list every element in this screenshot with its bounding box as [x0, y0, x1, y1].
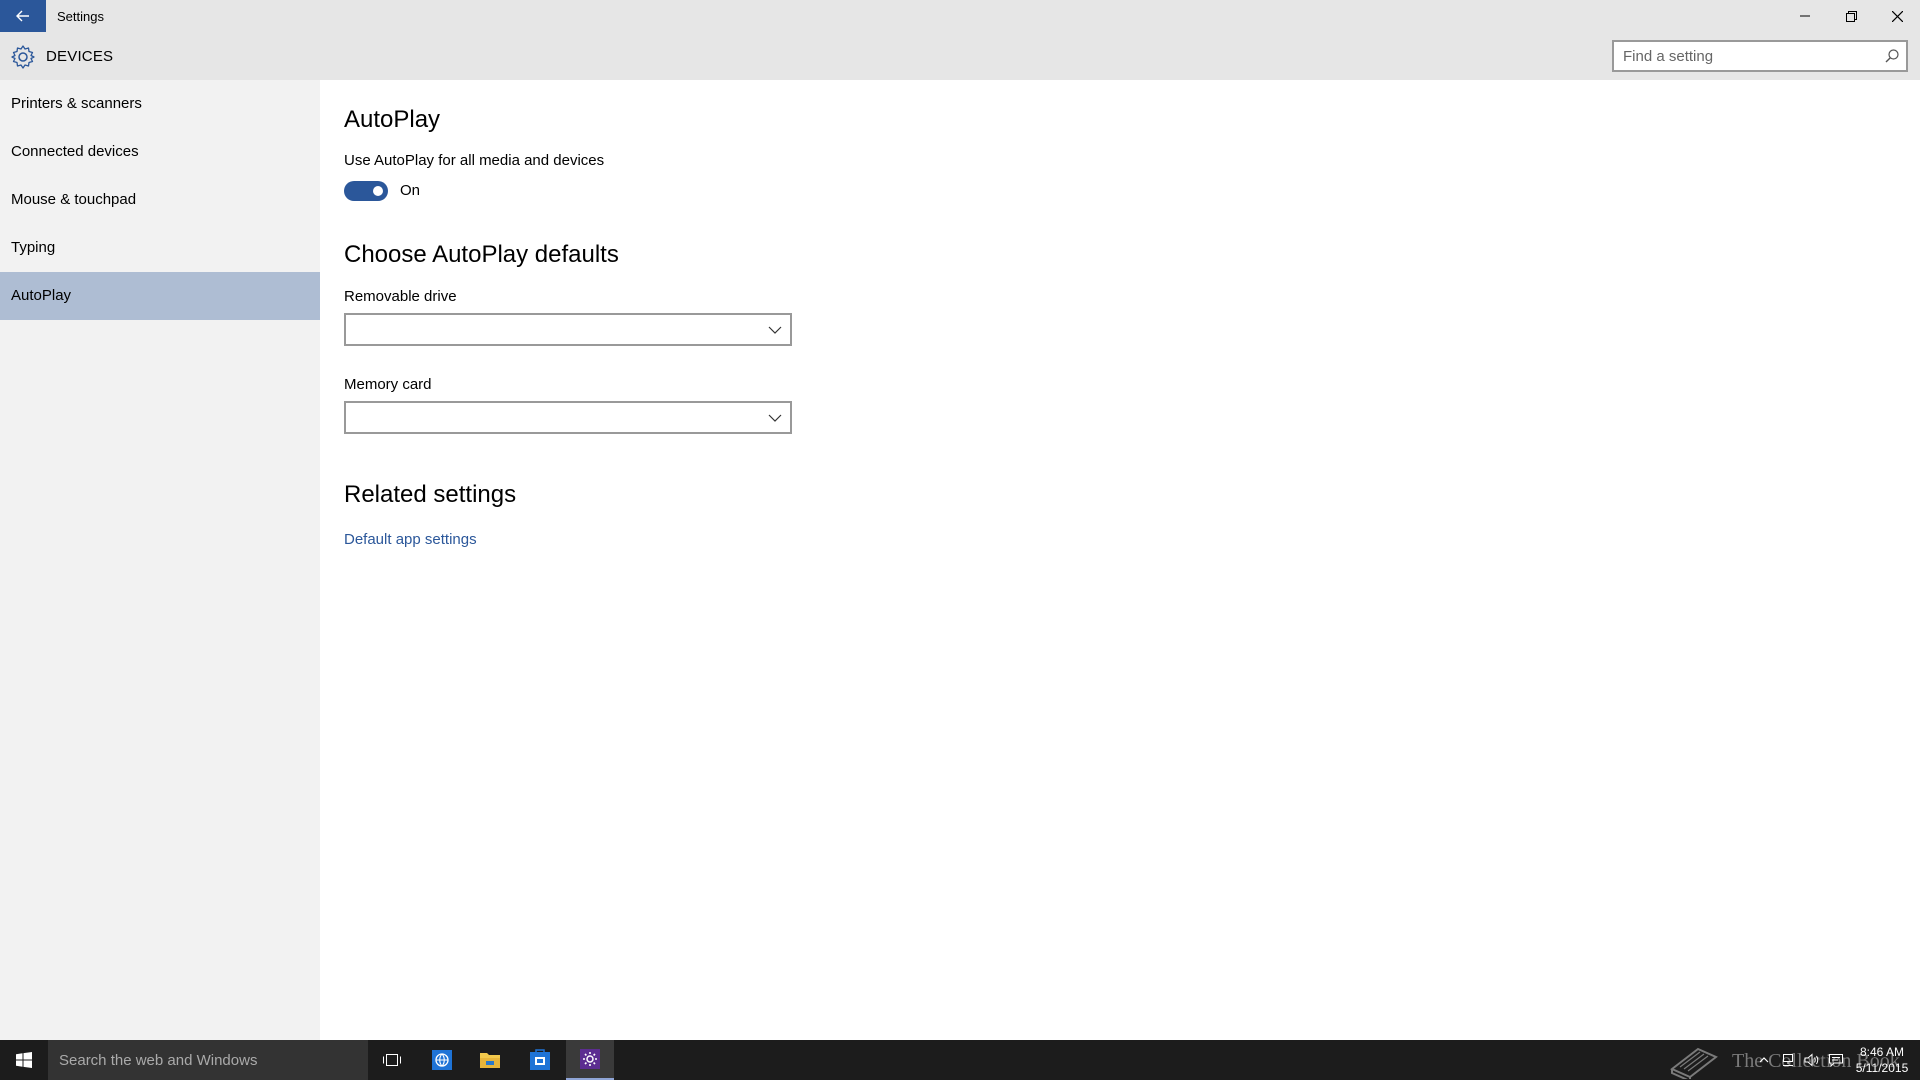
toggle-knob	[373, 186, 383, 196]
show-hidden-icons-button[interactable]	[1752, 1040, 1776, 1080]
defaults-heading: Choose AutoPlay defaults	[344, 241, 619, 268]
search-input[interactable]	[1614, 42, 1874, 70]
task-view-button[interactable]	[368, 1040, 416, 1080]
action-center-button[interactable]	[1824, 1040, 1848, 1080]
taskbar: Search the web and Windows The Collectio…	[0, 1040, 1920, 1080]
removable-drive-dropdown[interactable]	[344, 313, 792, 346]
restore-icon	[1845, 10, 1857, 22]
title-bar: Settings	[0, 0, 1920, 32]
window-title: Settings	[57, 9, 104, 24]
related-settings-heading: Related settings	[344, 481, 517, 508]
search-icon[interactable]	[1884, 48, 1900, 64]
settings-header: DEVICES	[0, 32, 1920, 80]
globe-icon	[432, 1050, 452, 1070]
autoplay-toggle-label: Use AutoPlay for all media and devices	[344, 152, 605, 169]
autoplay-heading: AutoPlay	[344, 106, 441, 133]
sidebar: Printers & scanners Connected devices Mo…	[0, 80, 320, 1040]
gear-icon	[11, 45, 35, 69]
toggle-state-text: On	[400, 182, 421, 199]
taskbar-search[interactable]: Search the web and Windows	[48, 1040, 368, 1080]
clock-time: 8:46 AM	[1859, 1045, 1905, 1059]
taskbar-settings-button[interactable]	[566, 1040, 614, 1080]
network-button[interactable]	[1776, 1040, 1800, 1080]
volume-icon	[1804, 1053, 1819, 1067]
back-arrow-icon	[16, 10, 29, 22]
message-icon	[1829, 1054, 1843, 1067]
task-view-icon	[383, 1054, 401, 1066]
book-icon	[1670, 1047, 1718, 1079]
network-icon	[1783, 1054, 1793, 1066]
system-tray	[1752, 1040, 1848, 1080]
sidebar-item-printers-scanners[interactable]: Printers & scanners	[0, 80, 320, 128]
autoplay-toggle[interactable]	[344, 181, 388, 201]
memory-card-dropdown[interactable]	[344, 401, 792, 434]
chevron-up-icon	[1759, 1057, 1769, 1063]
sidebar-item-typing[interactable]: Typing	[0, 224, 320, 272]
sidebar-item-mouse-touchpad[interactable]: Mouse & touchpad	[0, 176, 320, 224]
taskbar-browser-button[interactable]	[418, 1040, 466, 1080]
taskbar-search-placeholder: Search the web and Windows	[59, 1052, 258, 1069]
minimize-icon	[1800, 15, 1810, 17]
back-button[interactable]	[0, 0, 46, 32]
sidebar-item-autoplay[interactable]: AutoPlay	[0, 272, 320, 320]
volume-button[interactable]	[1800, 1040, 1824, 1080]
taskbar-file-explorer-button[interactable]	[466, 1040, 514, 1080]
start-button[interactable]	[0, 1040, 48, 1080]
restore-button[interactable]	[1828, 0, 1874, 32]
default-app-settings-link[interactable]: Default app settings	[344, 531, 477, 548]
taskbar-store-button[interactable]	[516, 1040, 564, 1080]
removable-drive-label: Removable drive	[344, 288, 457, 305]
clock[interactable]: 8:46 AM 5/11/2015	[1852, 1044, 1912, 1076]
search-box[interactable]	[1612, 40, 1908, 72]
close-button[interactable]	[1874, 0, 1920, 32]
windows-logo-icon	[16, 1052, 32, 1068]
clock-date: 5/11/2015	[1855, 1061, 1909, 1075]
minimize-button[interactable]	[1782, 0, 1828, 32]
chevron-down-icon	[768, 326, 782, 334]
page-title: DEVICES	[46, 48, 114, 65]
sidebar-item-connected-devices[interactable]: Connected devices	[0, 128, 320, 176]
chevron-down-icon	[768, 414, 782, 422]
gear-icon	[580, 1049, 600, 1069]
memory-card-label: Memory card	[344, 376, 432, 393]
folder-icon	[480, 1053, 500, 1068]
store-icon	[530, 1049, 550, 1070]
close-icon	[1891, 10, 1903, 22]
